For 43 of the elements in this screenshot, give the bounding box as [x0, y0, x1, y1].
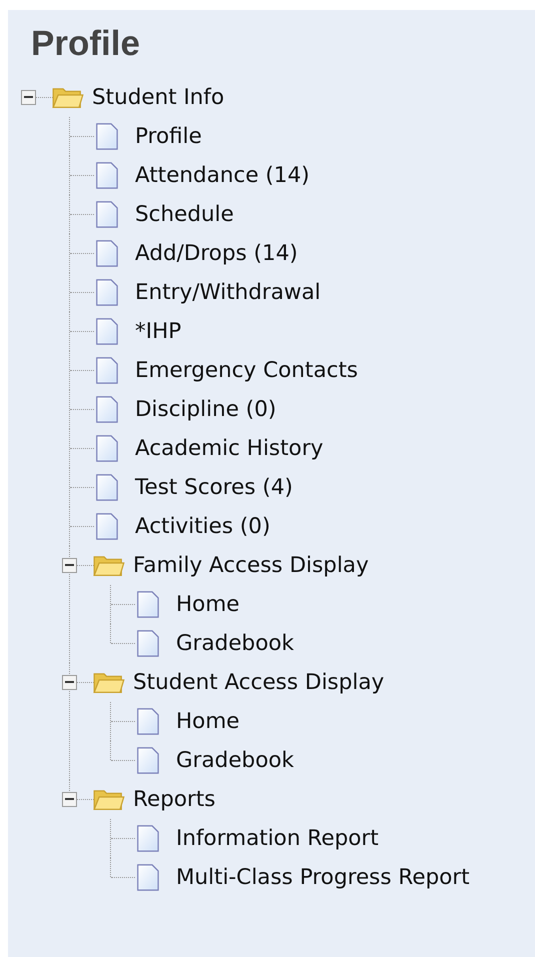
tree-item-label[interactable]: Multi-Class Progress Report [176, 865, 470, 890]
document-icon [136, 707, 160, 736]
collapse-toggle[interactable] [62, 792, 77, 807]
tree-item-label[interactable]: Gradebook [176, 631, 294, 656]
document-icon [95, 122, 119, 151]
tree-item-label[interactable]: *IHP [135, 319, 182, 344]
document-icon [95, 278, 119, 307]
tree-item-label[interactable]: Attendance (14) [135, 163, 310, 188]
document-icon [95, 161, 119, 190]
panel-title: Profile [31, 24, 140, 64]
document-icon [136, 863, 160, 892]
tree-item-label[interactable]: Entry/Withdrawal [135, 280, 321, 305]
tree-item-label[interactable]: Profile [135, 124, 202, 149]
document-icon [136, 590, 160, 619]
collapse-toggle[interactable] [21, 90, 36, 105]
tree-item-label[interactable]: Student Info [92, 85, 224, 110]
tree-item-label[interactable]: Home [176, 709, 240, 734]
tree-item-label[interactable]: Add/Drops (14) [135, 241, 298, 266]
collapse-toggle[interactable] [62, 675, 77, 690]
document-icon [95, 356, 119, 385]
document-icon [95, 200, 119, 229]
tree-item-label[interactable]: Student Access Display [133, 670, 384, 695]
tree-item-label[interactable]: Home [176, 592, 240, 617]
document-icon [95, 395, 119, 424]
tree-item-label[interactable]: Discipline (0) [135, 397, 276, 422]
document-icon [136, 746, 160, 775]
tree-item-label[interactable]: Family Access Display [133, 553, 369, 578]
document-icon [95, 239, 119, 268]
document-icon [136, 629, 160, 658]
tree-item-label[interactable]: Schedule [135, 202, 234, 227]
document-icon [95, 473, 119, 502]
tree-item-label[interactable]: Information Report [176, 826, 379, 851]
tree-item-label[interactable]: Academic History [135, 436, 324, 461]
collapse-toggle[interactable] [62, 558, 77, 573]
tree-item-label[interactable]: Emergency Contacts [135, 358, 358, 383]
document-icon [95, 317, 119, 346]
document-icon [95, 512, 119, 541]
tree-item-label[interactable]: Test Scores (4) [135, 475, 293, 500]
tree-item-label[interactable]: Activities (0) [135, 514, 270, 539]
document-icon [95, 434, 119, 463]
tree-item-label[interactable]: Reports [133, 787, 216, 812]
tree-item-label[interactable]: Gradebook [176, 748, 294, 773]
document-icon [136, 824, 160, 853]
